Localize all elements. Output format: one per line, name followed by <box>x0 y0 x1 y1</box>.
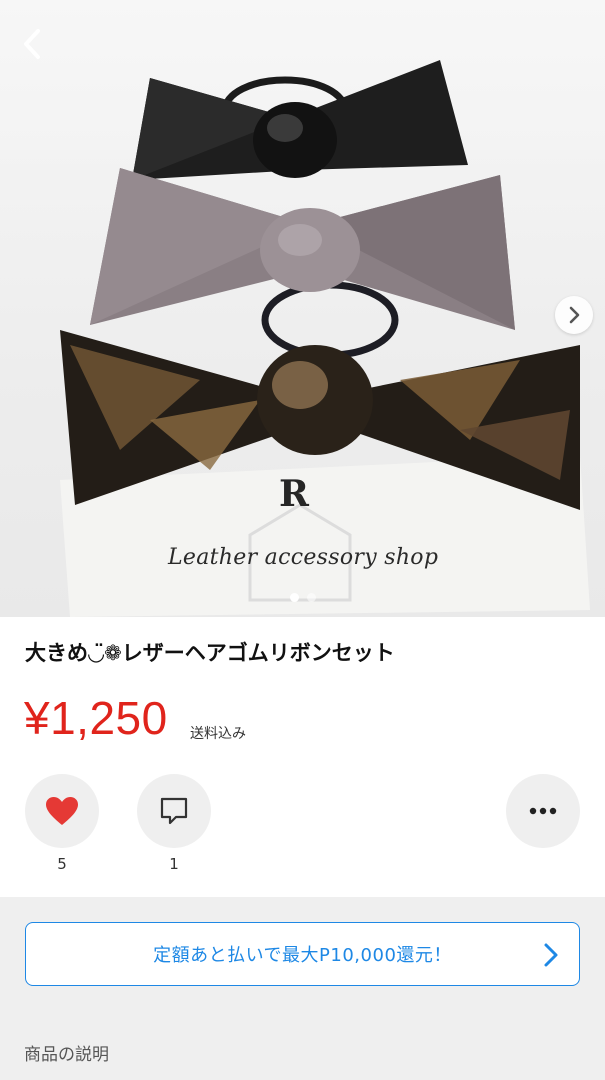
more-icon <box>529 807 557 815</box>
product-price: ¥1,250 <box>24 692 168 744</box>
shop-card-text: Leather accessory shop <box>168 545 439 570</box>
product-image-carousel[interactable]: R Leather accessory shop <box>0 0 605 617</box>
description-section-label: 商品の説明 <box>24 1045 109 1065</box>
carousel-dot-active[interactable] <box>289 593 299 602</box>
next-image-button[interactable] <box>555 296 593 334</box>
chevron-left-icon <box>24 29 40 59</box>
back-button[interactable] <box>10 22 54 66</box>
more-options-button[interactable] <box>506 774 580 848</box>
carousel-indicator <box>0 593 605 602</box>
product-photo <box>60 60 590 617</box>
comment-icon <box>160 797 188 825</box>
like-button[interactable] <box>25 774 99 848</box>
comment-button[interactable] <box>137 774 211 848</box>
heart-icon <box>46 797 78 825</box>
chevron-right-icon <box>544 943 558 967</box>
product-info: 大きめ◡̈❁レザーヘアゴムリボンセット ¥1,250 送料込み 5 1 <box>0 617 605 897</box>
product-title: 大きめ◡̈❁レザーヘアゴムリボンセット <box>25 641 395 665</box>
comment-count: 1 <box>169 855 179 873</box>
shipping-note: 送料込み <box>190 726 246 742</box>
promo-text: 定額あと払いで最大P10,000還元！ <box>153 945 452 966</box>
shop-card-logo: R <box>279 473 309 515</box>
carousel-dot[interactable] <box>306 593 316 602</box>
deferred-payment-promo-button[interactable]: 定額あと払いで最大P10,000還元！ <box>25 922 580 986</box>
like-count: 5 <box>57 855 67 873</box>
chevron-right-icon <box>569 306 580 324</box>
